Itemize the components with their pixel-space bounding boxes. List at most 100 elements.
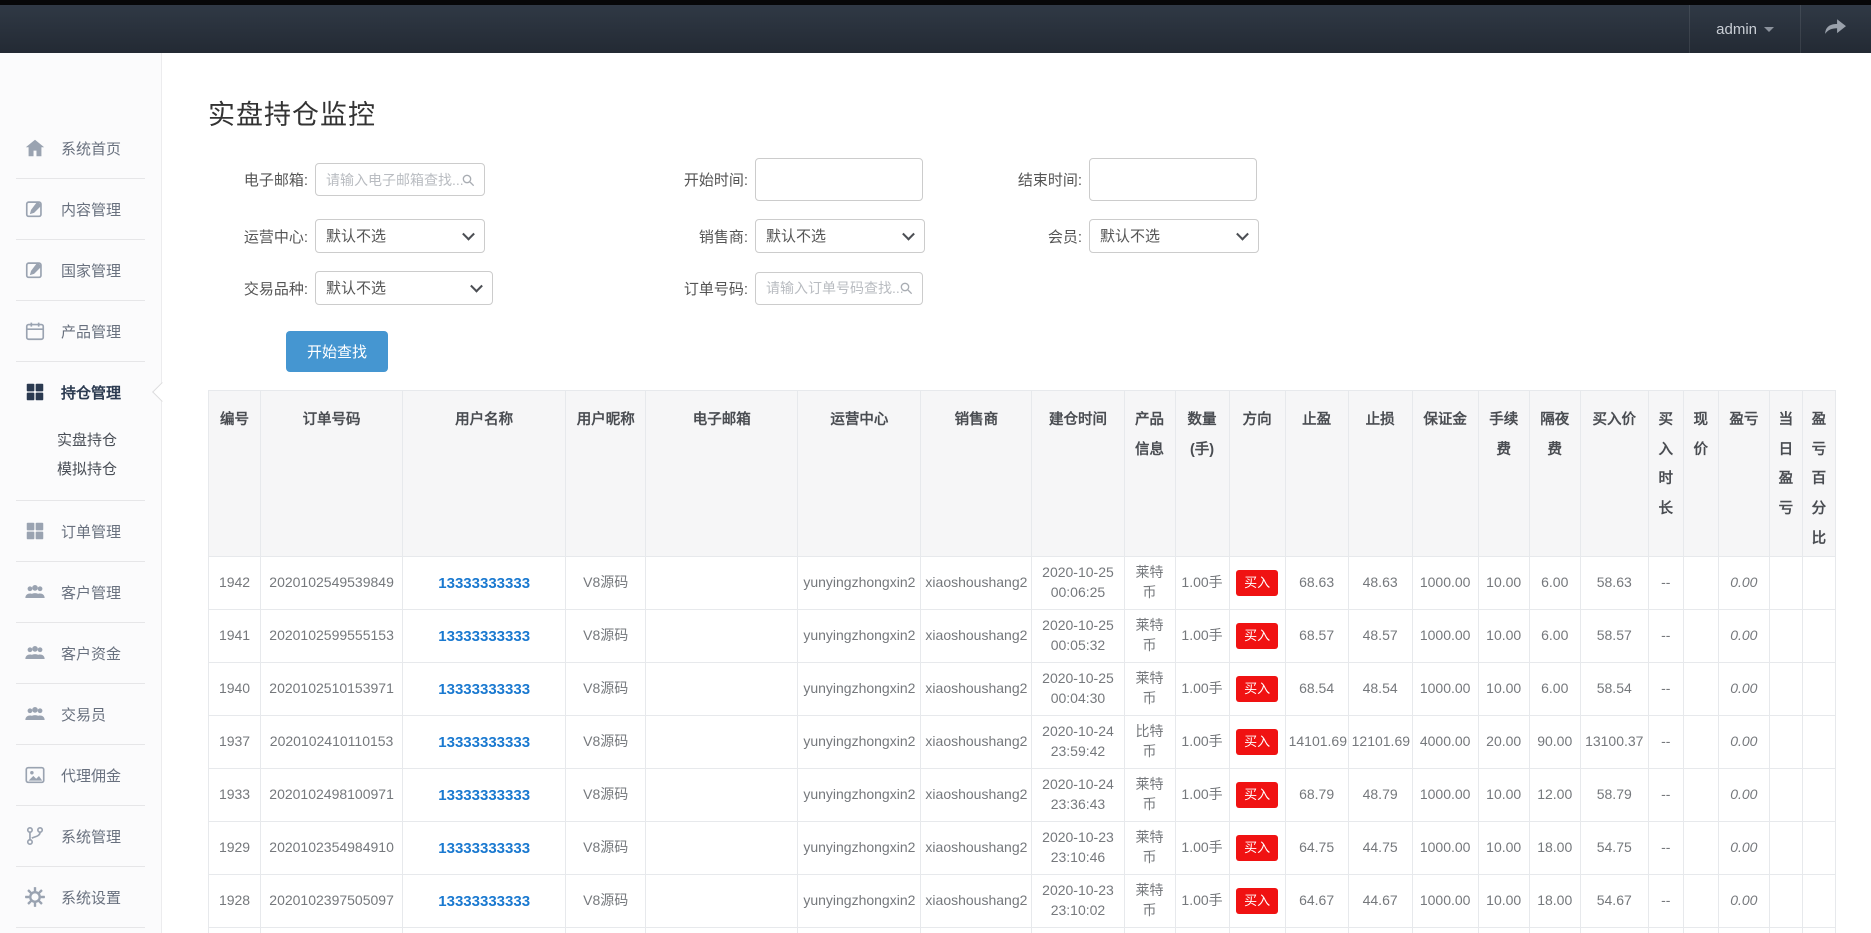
sidebar-subitem-real-position[interactable]: 实盘持仓 [0, 426, 161, 455]
table-header-row: 编号订单号码用户名称用户昵称电子邮箱运营中心销售商建仓时间产品 信息数量 (手)… [209, 391, 1836, 557]
table-cell: V8源码 [566, 822, 646, 875]
sidebar-item-product-manage[interactable]: 产品管理 [0, 301, 161, 361]
table-cell: 10.00 [1478, 769, 1529, 822]
seller-select[interactable]: 默认不选 [755, 219, 925, 253]
start-time-input[interactable] [755, 158, 923, 201]
table-cell: 1928 [209, 875, 261, 928]
order-input[interactable] [755, 272, 923, 305]
table-cell [1769, 928, 1802, 933]
logout-button[interactable] [1801, 5, 1871, 53]
user-link[interactable]: 13333333333 [438, 893, 530, 910]
sidebar-item-agent-commission[interactable]: 代理佣金 [0, 745, 161, 805]
user-link[interactable]: 13333333333 [438, 681, 530, 698]
table-cell: 莱特 币 [1124, 822, 1175, 875]
user-link[interactable]: 13333333333 [438, 575, 530, 592]
table-cell: 0.00 [1718, 928, 1769, 933]
column-header-7: 建仓时间 [1032, 391, 1124, 557]
table-cell: 1.00手 [1175, 663, 1229, 716]
table-cell: 20.00 [1478, 716, 1529, 769]
table-cell: V8源码 [566, 769, 646, 822]
direction-badge: 买入 [1236, 570, 1278, 596]
sidebar-item-customer-manage[interactable]: 客户管理 [0, 562, 161, 622]
table-row: 1929202010235498491013333333333V8源码yunyi… [209, 822, 1836, 875]
table-cell [646, 875, 798, 928]
table-cell: 1941 [209, 610, 261, 663]
sidebar-item-label: 订单管理 [61, 521, 121, 542]
sidebar-item-label: 系统设置 [61, 887, 121, 908]
table-cell: 10.00 [1478, 610, 1529, 663]
table-cell: 1.00手 [1175, 610, 1229, 663]
email-input[interactable] [315, 163, 485, 196]
sidebar-item-position-manage[interactable]: 持仓管理 [0, 362, 161, 422]
table-cell: 48.57 [1348, 610, 1412, 663]
sidebar-item-system-home[interactable]: 系统首页 [0, 118, 161, 178]
table-cell: 2020102549539849 [261, 557, 403, 610]
table-cell: 2020-10-24 23:59:42 [1032, 716, 1124, 769]
table-cell: 买入 [1229, 716, 1285, 769]
admin-dropdown[interactable]: admin [1689, 5, 1801, 53]
column-header-1: 订单号码 [261, 391, 403, 557]
table-cell: 莱特 币 [1124, 663, 1175, 716]
table-cell [1769, 663, 1802, 716]
sidebar-item-content-manage[interactable]: 内容管理 [0, 179, 161, 239]
table-cell: yunyingzhongxin2 [798, 769, 921, 822]
table-cell: 2020102510153971 [261, 663, 403, 716]
column-header-21: 盈 亏 百 分 比 [1802, 391, 1835, 557]
column-header-9: 数量 (手) [1175, 391, 1229, 557]
table-cell: 莱特 币 [1124, 769, 1175, 822]
sidebar-item-system-manage[interactable]: 系统管理 [0, 806, 161, 866]
user-link[interactable]: 13333333333 [438, 734, 530, 751]
table-cell: 2020102354984910 [261, 822, 403, 875]
search-button[interactable]: 开始查找 [286, 331, 388, 372]
sidebar-item-label: 系统首页 [61, 138, 121, 159]
table-cell [1683, 769, 1718, 822]
table-cell [646, 769, 798, 822]
sidebar-item-customer-funds[interactable]: 客户资金 [0, 623, 161, 683]
table-cell: xiaoshoushang2 [921, 716, 1032, 769]
table-cell: 2020-10-23 23:10:46 [1032, 822, 1124, 875]
user-link[interactable]: 13333333333 [438, 787, 530, 804]
table-cell: 54.75 [1580, 822, 1648, 875]
table-cell: -- [1648, 822, 1683, 875]
table-row: 1940202010251015397113333333333V8源码yunyi… [209, 663, 1836, 716]
profit-value: 0.00 [1730, 627, 1757, 643]
table-cell: -- [1648, 928, 1683, 933]
start-time-label: 开始时间: [660, 169, 748, 190]
sidebar-item-system-settings[interactable]: 系统设置 [0, 867, 161, 927]
table-cell: 0.00 [1718, 663, 1769, 716]
table-cell: 13333333333 [403, 769, 566, 822]
sidebar-item-trader[interactable]: 交易员 [0, 684, 161, 744]
table-cell: 0.00 [1718, 610, 1769, 663]
table-cell: 18.00 [1529, 822, 1580, 875]
table-cell: 68.79 [1285, 769, 1348, 822]
table-cell: 64.67 [1285, 875, 1348, 928]
table-cell: 13100.37 [1580, 716, 1648, 769]
user-link[interactable]: 13333333333 [438, 840, 530, 857]
table-row: 1928202010239750509713333333333V8源码yunyi… [209, 875, 1836, 928]
table-cell: 4000.00 [1412, 716, 1478, 769]
end-time-input[interactable] [1089, 158, 1257, 201]
table-cell: 1929 [209, 822, 261, 875]
table-cell: 2020-10-23 14:38:00 [1032, 928, 1124, 933]
admin-label: admin [1716, 21, 1757, 38]
sidebar-item-country-manage[interactable]: 国家管理 [0, 240, 161, 300]
table-cell: 1.00手 [1175, 769, 1229, 822]
table-cell: 10.00 [1478, 663, 1529, 716]
sidebar-item-label: 客户资金 [61, 643, 121, 664]
table-cell: 1.00手 [1175, 557, 1229, 610]
table-cell: xiaoshoushang2 [921, 610, 1032, 663]
table-cell: yunyingzhongxin [798, 928, 921, 933]
sidebar-subitem-sim-position[interactable]: 模拟持仓 [0, 455, 161, 484]
table-cell [1802, 769, 1835, 822]
column-header-5: 运营中心 [798, 391, 921, 557]
product-select[interactable]: 默认不选 [315, 271, 493, 305]
table-cell: 48.63 [1348, 557, 1412, 610]
member-select[interactable]: 默认不选 [1089, 219, 1259, 253]
column-header-18: 现 价 [1683, 391, 1718, 557]
table-cell: yunyingzhongxin2 [798, 610, 921, 663]
sidebar-item-order-manage[interactable]: 订单管理 [0, 501, 161, 561]
table-cell: xiaoshoushang2 [921, 769, 1032, 822]
user-link[interactable]: 13333333333 [438, 628, 530, 645]
center-select[interactable]: 默认不选 [315, 219, 485, 253]
table-cell: 46.05 [1348, 928, 1412, 933]
